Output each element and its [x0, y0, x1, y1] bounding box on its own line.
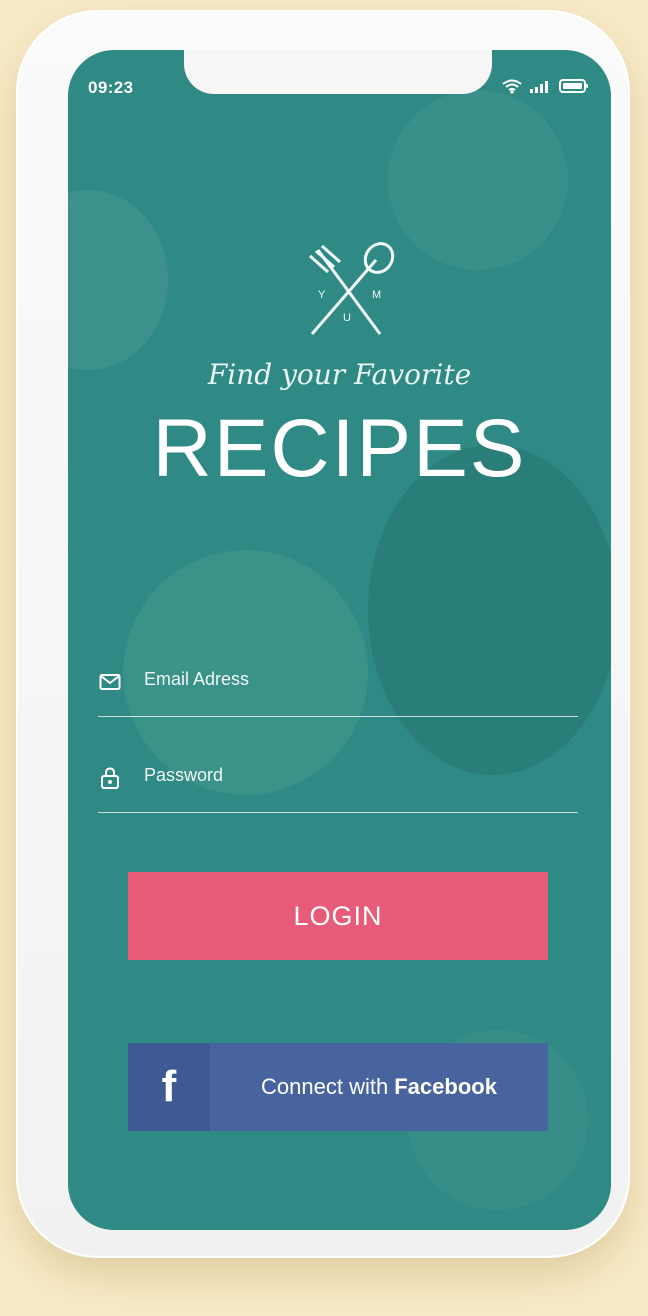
device-notch — [184, 50, 492, 94]
background-decoration — [388, 90, 568, 270]
status-icons — [501, 78, 589, 94]
page-title: RECIPES — [152, 403, 527, 494]
logo-letter-u: U — [343, 312, 351, 324]
facebook-button-label: Connect with Facebook — [210, 1043, 548, 1131]
signal-icon — [530, 81, 548, 93]
background-decoration — [68, 190, 168, 370]
subtitle: Find your Favorite — [207, 358, 472, 391]
login-button[interactable]: LOGIN — [128, 872, 548, 960]
app-screen: 09:23 Y M U Find your Favorite RECIPES E… — [68, 50, 611, 1230]
logo-letter-y: Y — [318, 289, 326, 301]
facebook-icon: f — [128, 1043, 210, 1131]
email-field[interactable] — [98, 658, 578, 717]
facebook-prefix: Connect with — [261, 1074, 389, 1099]
login-button-label: LOGIN — [293, 900, 383, 931]
wifi-icon — [502, 79, 522, 94]
battery-icon — [559, 79, 588, 93]
password-field[interactable] — [98, 754, 578, 813]
facebook-icon-label: f — [161, 1062, 177, 1111]
phone-frame: 09:23 Y M U Find your Favorite RECIPES E… — [16, 10, 630, 1258]
facebook-brand: Facebook — [394, 1074, 497, 1099]
mail-icon — [99, 674, 121, 690]
logo-letter-m: M — [372, 289, 381, 301]
lock-icon — [101, 767, 119, 789]
status-time: 09:23 — [88, 78, 134, 97]
facebook-login-button[interactable]: f Connect with Facebook — [128, 1043, 548, 1131]
password-input[interactable] — [144, 762, 564, 788]
email-input[interactable] — [144, 666, 564, 692]
fork-spoon-icon: Y M U — [309, 242, 395, 335]
